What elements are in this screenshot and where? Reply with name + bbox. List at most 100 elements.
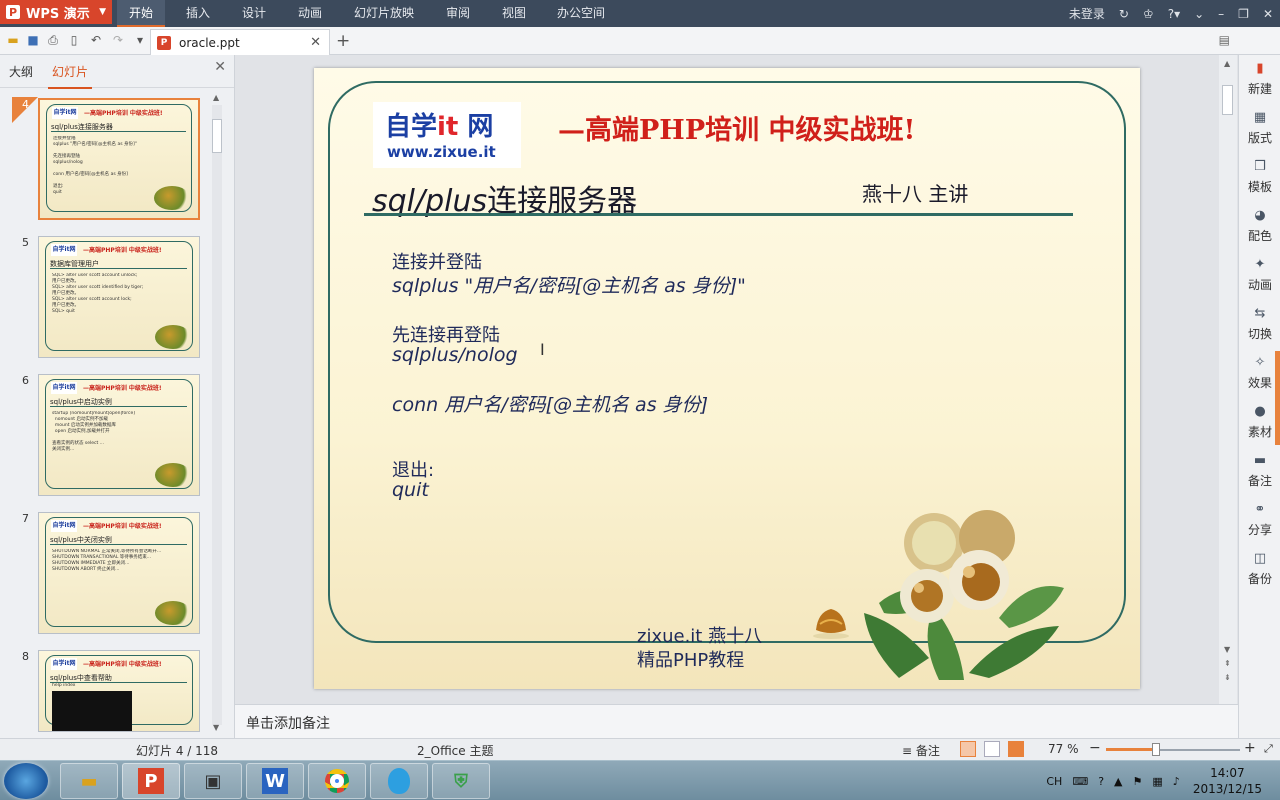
print-icon[interactable]: ⎙ — [45, 32, 61, 48]
menu-office-space[interactable]: 办公空间 — [557, 0, 605, 27]
slide-thumbnail[interactable]: 自学it网 —高端PHP培训 中级实战班! sql/plus连接服务器 连接并登… — [38, 98, 200, 220]
tab-list-icon[interactable]: ▤ — [1219, 33, 1230, 47]
scroll-up-icon[interactable]: ▲ — [213, 93, 219, 102]
taskbar-wps-writer[interactable]: W — [246, 763, 304, 799]
skin-icon[interactable]: ♔ — [1143, 7, 1154, 21]
palette-icon: ◕ — [1254, 208, 1266, 223]
scroll-thumb[interactable] — [1222, 85, 1233, 115]
status-bar: 幻灯片 4 / 118 2_Office 主题 ≡ 备注 77 % − + ⤢ — [0, 738, 1280, 760]
login-link[interactable]: 未登录 — [1069, 5, 1105, 22]
notes-pane[interactable]: 单击添加备注 — [235, 704, 1238, 738]
slide-thumbnail[interactable]: 自学it网 —高端PHP培训 中级实战班! sql/plus中启动实例 star… — [38, 374, 200, 496]
redo-icon[interactable]: ↷ — [110, 32, 126, 48]
notes-button[interactable]: ▬ 备注 — [1239, 453, 1280, 489]
footer-course: 精品PHP教程 — [637, 650, 745, 671]
effects-button[interactable]: ✧ 效果 — [1239, 355, 1280, 391]
menu-animation[interactable]: 动画 — [298, 0, 322, 27]
taskbar-chrome[interactable] — [308, 763, 366, 799]
slide-thumbnail[interactable]: 自学it网 —高端PHP培训 中级实战班! 数据库管理用户 SQL> alter… — [38, 236, 200, 358]
transition-icon: ⇆ — [1254, 306, 1266, 321]
open-icon[interactable]: ▬ — [5, 32, 21, 48]
materials-button[interactable]: ● 素材 — [1239, 404, 1280, 440]
share-button[interactable]: ⚭ 分享 — [1239, 502, 1280, 538]
layout-button[interactable]: ▦ 版式 — [1239, 110, 1280, 146]
flag-icon[interactable]: ⚑ — [1133, 775, 1143, 788]
animation-icon: ✦ — [1254, 257, 1266, 272]
new-tab-icon[interactable]: + — [336, 31, 350, 51]
minimize-icon[interactable]: – — [1218, 7, 1224, 21]
panel-scrollbar[interactable]: ▲ ▼ — [210, 93, 224, 735]
input-language[interactable]: CH — [1046, 775, 1062, 788]
logo-text-c: 网 — [458, 112, 494, 142]
chestnut-decoration — [864, 510, 1064, 680]
taskbar-security[interactable]: ⛨ — [432, 763, 490, 799]
transition-button[interactable]: ⇆ 切换 — [1239, 306, 1280, 342]
tab-outline[interactable]: 大纲 — [9, 63, 33, 80]
sync-icon[interactable]: ↻ — [1119, 7, 1129, 21]
close-icon[interactable]: ✕ — [1263, 7, 1273, 21]
undo-icon[interactable]: ↶ — [88, 32, 104, 48]
menu-slideshow[interactable]: 幻灯片放映 — [354, 0, 414, 27]
menu-home[interactable]: 开始 — [117, 0, 166, 27]
customize-icon[interactable]: ▾ — [132, 32, 148, 48]
clock[interactable]: 14:07 2013/12/15 — [1193, 765, 1262, 797]
close-tab-icon[interactable]: ✕ — [310, 35, 321, 50]
zoom-in-icon[interactable]: + — [1244, 740, 1256, 756]
zoom-out-icon[interactable]: − — [1089, 740, 1101, 756]
keyboard-icon[interactable]: ⌨ — [1072, 775, 1088, 788]
template-button[interactable]: ❒ 模板 — [1239, 159, 1280, 195]
fit-window-icon[interactable]: ⤢ — [1264, 742, 1273, 756]
notes-placeholder[interactable]: 单击添加备注 — [246, 713, 330, 733]
new-slide-button[interactable]: ▮ 新建 — [1239, 61, 1280, 97]
network-icon[interactable]: ▦ — [1152, 775, 1162, 788]
restore-icon[interactable]: ❐ — [1238, 7, 1249, 21]
ribbon-toggle-icon[interactable]: ⌄ — [1194, 7, 1204, 21]
current-slide[interactable]: 自学it 网 www.zixue.it —高端PHP培训 中级实战班! sql/… — [314, 68, 1140, 689]
sorter-view-icon[interactable] — [984, 741, 1000, 757]
menu-insert[interactable]: 插入 — [186, 0, 210, 27]
text-cursor-icon: I — [540, 340, 545, 359]
save-icon[interactable]: ■ — [25, 32, 41, 48]
thumbnail-number: 7 — [22, 512, 29, 525]
scroll-down-icon[interactable]: ▼ — [213, 723, 219, 732]
scroll-down-icon[interactable]: ▼ — [1224, 645, 1230, 654]
help-icon[interactable]: ? — [1098, 775, 1104, 788]
menu-review[interactable]: 审阅 — [446, 0, 470, 27]
normal-view-icon[interactable] — [960, 741, 976, 757]
menu-design[interactable]: 设计 — [242, 0, 266, 27]
document-tab[interactable]: P oracle.ppt ✕ — [150, 29, 330, 55]
body-code[interactable]: conn 用户名/密码[@主机名 as 身份] — [392, 390, 708, 417]
wps-app-button[interactable]: P WPS 演示 ▼ — [0, 0, 112, 24]
body-code[interactable]: quit — [392, 479, 429, 501]
help-icon[interactable]: ?▾ — [1168, 7, 1180, 21]
animation-button[interactable]: ✦ 动画 — [1239, 257, 1280, 293]
scroll-thumb[interactable] — [212, 119, 222, 153]
color-scheme-button[interactable]: ◕ 配色 — [1239, 208, 1280, 244]
slide-thumbnail[interactable]: 自学it网 —高端PHP培训 中级实战班! sql/plus中关闭实例 SHUT… — [38, 512, 200, 634]
body-code[interactable]: sqlplus "用户名/密码[@主机名 as 身份]" — [392, 271, 746, 298]
canvas-scrollbar[interactable]: ▲ ▼ ⇞ ⇟ — [1219, 55, 1237, 704]
menu-view[interactable]: 视图 — [502, 0, 526, 27]
menu-bar: P WPS 演示 ▼ 开始 插入 设计 动画 幻灯片放映 审阅 视图 办公空间 … — [0, 0, 1280, 27]
scroll-up-icon[interactable]: ▲ — [1224, 59, 1230, 68]
volume-icon[interactable]: ♪ — [1173, 775, 1180, 788]
taskbar-terminal[interactable]: ▣ — [184, 763, 242, 799]
backup-button[interactable]: ◫ 备份 — [1239, 551, 1280, 587]
start-button[interactable] — [4, 763, 48, 799]
close-panel-icon[interactable]: ✕ — [214, 59, 226, 75]
zoom-level[interactable]: 77 % — [1048, 742, 1079, 756]
slideshow-icon[interactable] — [1008, 741, 1024, 757]
taskbar-explorer[interactable]: ▬ — [60, 763, 118, 799]
body-code[interactable]: sqlplus/nolog — [392, 344, 518, 366]
previous-slide-icon[interactable]: ⇞ — [1224, 659, 1231, 668]
next-slide-icon[interactable]: ⇟ — [1224, 673, 1231, 682]
tab-slides[interactable]: 幻灯片 — [47, 63, 93, 89]
taskbar-wps-presentation[interactable]: P — [122, 763, 180, 799]
show-hidden-icon[interactable]: ▲ — [1114, 775, 1122, 788]
panel-collapse-handle[interactable] — [1275, 351, 1280, 445]
print-preview-icon[interactable]: ▯ — [66, 32, 82, 48]
taskbar-qq[interactable] — [370, 763, 428, 799]
slide-thumbnail[interactable]: 自学it网 —高端PHP培训 中级实战班! sql/plus中查看帮助 help… — [38, 650, 200, 732]
zoom-slider-handle[interactable] — [1152, 743, 1160, 756]
notes-toggle[interactable]: ≡ 备注 — [902, 742, 940, 759]
